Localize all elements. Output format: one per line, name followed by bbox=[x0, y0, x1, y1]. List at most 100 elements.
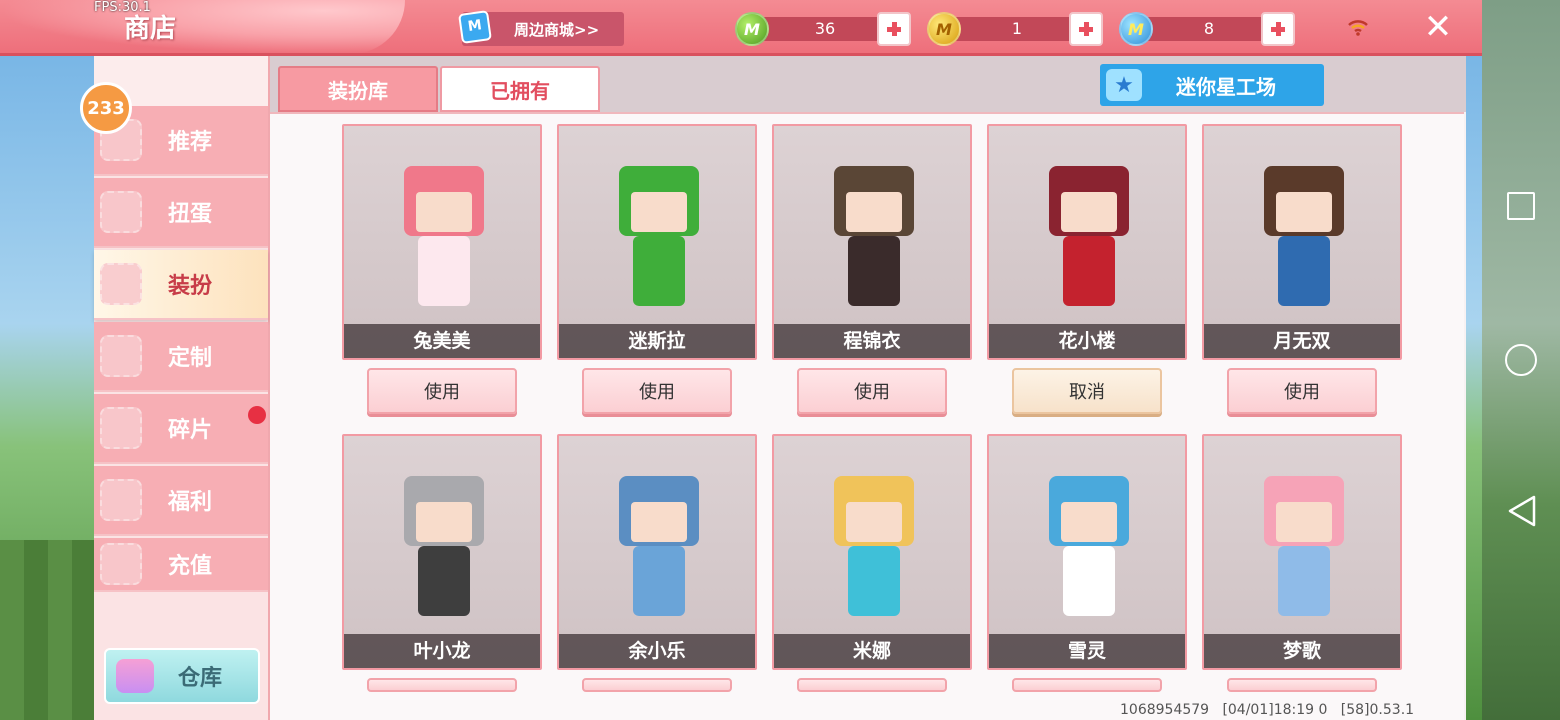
add-green-currency-button[interactable] bbox=[877, 12, 911, 46]
warehouse-button[interactable]: 仓库 bbox=[104, 648, 260, 704]
skin-figure bbox=[824, 156, 924, 316]
add-gold-currency-button[interactable] bbox=[1069, 12, 1103, 46]
level-badge: 233 bbox=[80, 82, 132, 134]
skin-card[interactable]: 雪灵 bbox=[987, 434, 1187, 670]
figure-outfit bbox=[1063, 546, 1115, 616]
merch-mall-button[interactable]: 周边商城>> bbox=[458, 10, 624, 46]
use-skin-button[interactable]: 使用 bbox=[1227, 368, 1377, 414]
skin-figure bbox=[394, 466, 494, 626]
recharge-icon bbox=[100, 543, 142, 585]
skin-name: 叶小龙 bbox=[344, 634, 540, 668]
skin-name: 程锦衣 bbox=[774, 324, 970, 358]
use-skin-button[interactable]: 使用 bbox=[797, 368, 947, 414]
currency-amount: 36 bbox=[814, 19, 836, 38]
shop-sidebar: 推荐 扭蛋 装扮 定制 碎片 福利 充值 bbox=[94, 56, 270, 720]
skin-card[interactable]: 程锦衣 bbox=[772, 124, 972, 360]
skin-name: 雪灵 bbox=[989, 634, 1185, 668]
back-icon[interactable] bbox=[1506, 494, 1538, 528]
skin-figure bbox=[394, 156, 494, 316]
shop-header: FPS:30.1 商店 周边商城>> M 36 M 1 M 8 ✕ bbox=[0, 0, 1482, 56]
warehouse-icon bbox=[116, 659, 154, 693]
figure-outfit bbox=[1063, 236, 1115, 306]
background-grass-block bbox=[0, 540, 95, 720]
sidebar-item-gacha[interactable]: 扭蛋 bbox=[94, 178, 268, 248]
skin-grid: 兔美美 使用 迷斯拉 使用 程锦衣 使用 花小楼 取消 月无双 使用 叶小龙 余小乐 米娜 雪灵 梦歌 bbox=[270, 112, 1464, 720]
skin-figure bbox=[609, 156, 709, 316]
tab-owned[interactable]: 已拥有 bbox=[440, 66, 600, 112]
gift-icon bbox=[100, 479, 142, 521]
sidebar-item-label: 定制 bbox=[168, 346, 213, 371]
sidebar-item-label: 福利 bbox=[168, 490, 213, 515]
currency-blue-m: M 8 bbox=[1119, 12, 1299, 46]
sidebar-item-label: 推荐 bbox=[168, 130, 213, 155]
sidebar-item-label: 扭蛋 bbox=[168, 202, 213, 227]
use-skin-button[interactable] bbox=[367, 678, 517, 692]
star-icon: ★ bbox=[1106, 69, 1142, 101]
skin-card[interactable]: 梦歌 bbox=[1202, 434, 1402, 670]
use-skin-button[interactable] bbox=[797, 678, 947, 692]
figure-outfit bbox=[418, 546, 470, 616]
use-skin-button[interactable] bbox=[1012, 678, 1162, 692]
use-skin-button[interactable] bbox=[1227, 678, 1377, 692]
figure-outfit bbox=[1278, 236, 1330, 306]
figure-outfit bbox=[418, 236, 470, 306]
figure-face bbox=[1276, 192, 1332, 232]
skin-card[interactable]: 月无双 bbox=[1202, 124, 1402, 360]
server-time: [04/01]18:19 0 bbox=[1222, 702, 1328, 718]
skin-figure bbox=[609, 466, 709, 626]
mini-studio-button[interactable]: ★ 迷你星工场 bbox=[1100, 64, 1324, 106]
use-skin-button[interactable]: 使用 bbox=[582, 368, 732, 414]
footer-info: 1068954579 [04/01]18:19 0 [58]0.53.1 bbox=[1120, 702, 1414, 718]
sidebar-item-recharge[interactable]: 充值 bbox=[94, 538, 268, 592]
skin-figure bbox=[824, 466, 924, 626]
close-icon[interactable]: ✕ bbox=[1418, 8, 1458, 48]
figure-outfit bbox=[633, 236, 685, 306]
mini-studio-label: 迷你星工场 bbox=[1176, 74, 1276, 99]
figure-face bbox=[846, 502, 902, 542]
sidebar-item-label: 充值 bbox=[168, 554, 213, 579]
m-coin-green-icon: M bbox=[735, 12, 769, 46]
skin-card[interactable]: 余小乐 bbox=[557, 434, 757, 670]
recent-apps-icon[interactable] bbox=[1507, 192, 1535, 220]
figure-face bbox=[846, 192, 902, 232]
cancel-skin-button[interactable]: 取消 bbox=[1012, 368, 1162, 414]
skin-name: 花小楼 bbox=[989, 324, 1185, 358]
use-skin-button[interactable] bbox=[582, 678, 732, 692]
header-decoration bbox=[0, 0, 405, 54]
tab-outfit-library[interactable]: 装扮库 bbox=[278, 66, 438, 112]
sidebar-item-fragment[interactable]: 碎片 bbox=[94, 394, 268, 464]
outfit-icon bbox=[100, 263, 142, 305]
figure-outfit bbox=[848, 236, 900, 306]
sidebar-item-welfare[interactable]: 福利 bbox=[94, 466, 268, 536]
figure-outfit bbox=[1278, 546, 1330, 616]
skin-card[interactable]: 叶小龙 bbox=[342, 434, 542, 670]
home-icon[interactable] bbox=[1505, 344, 1537, 376]
use-skin-button[interactable]: 使用 bbox=[367, 368, 517, 414]
skin-figure bbox=[1254, 466, 1354, 626]
sidebar-item-label: 碎片 bbox=[168, 418, 213, 443]
add-blue-currency-button[interactable] bbox=[1261, 12, 1295, 46]
figure-face bbox=[416, 502, 472, 542]
sidebar-item-outfit[interactable]: 装扮 bbox=[94, 250, 268, 320]
figure-face bbox=[1276, 502, 1332, 542]
skin-card[interactable]: 米娜 bbox=[772, 434, 972, 670]
merch-mall-label: 周边商城>> bbox=[514, 20, 600, 39]
skin-name: 梦歌 bbox=[1204, 634, 1400, 668]
warehouse-label: 仓库 bbox=[178, 666, 223, 691]
gold-coin-icon: M bbox=[927, 12, 961, 46]
currency-amount: 8 bbox=[1203, 19, 1215, 38]
page-title: 商店 bbox=[124, 14, 177, 44]
skin-figure bbox=[1039, 156, 1139, 316]
skin-name: 米娜 bbox=[774, 634, 970, 668]
fragment-icon bbox=[100, 407, 142, 449]
skin-name: 月无双 bbox=[1204, 324, 1400, 358]
outfit-panel: 装扮库 已拥有 ★ 迷你星工场 兔美美 使用 迷斯拉 使用 程锦衣 使用 花小楼 取消 月无双使… bbox=[270, 56, 1466, 720]
wifi-signal-icon bbox=[1348, 20, 1368, 36]
sidebar-item-customize[interactable]: 定制 bbox=[94, 322, 268, 392]
skin-name: 兔美美 bbox=[344, 324, 540, 358]
skin-card[interactable]: 兔美美 bbox=[342, 124, 542, 360]
skin-card[interactable]: 迷斯拉 bbox=[557, 124, 757, 360]
version-label: [58]0.53.1 bbox=[1340, 702, 1415, 718]
skin-card[interactable]: 花小楼 bbox=[987, 124, 1187, 360]
sidebar-item-label: 装扮 bbox=[168, 274, 213, 299]
